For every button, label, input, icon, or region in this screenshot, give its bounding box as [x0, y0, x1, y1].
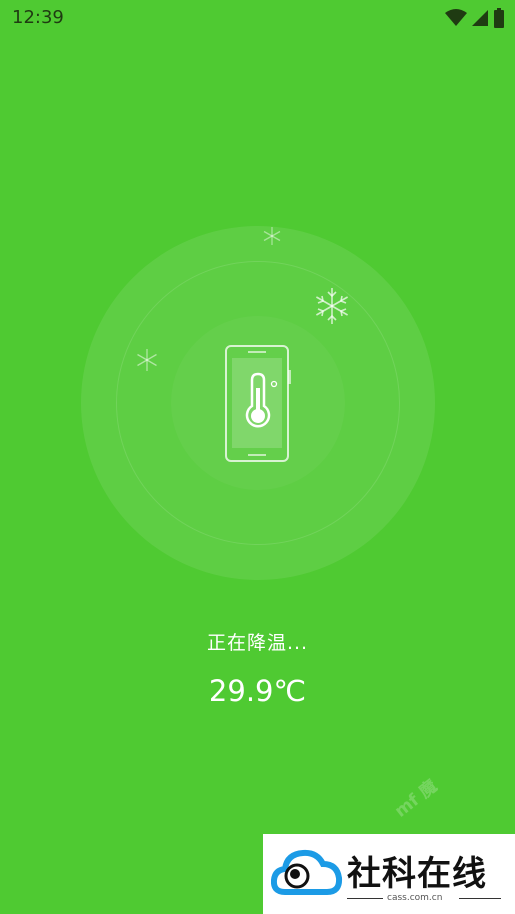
- status-bar: 12:39: [0, 0, 515, 34]
- watermark-divider: [459, 898, 501, 899]
- watermark-domain: cass.com.cn: [387, 893, 443, 903]
- status-icons: [445, 8, 505, 32]
- signal-icon: [471, 9, 489, 31]
- snowflake-icon: [262, 226, 282, 250]
- cooling-status-label: 正在降温...: [206, 632, 309, 654]
- snowflake-icon: [135, 348, 159, 376]
- watermark-faint-text: mf 魔: [391, 776, 442, 822]
- cooling-screen: 12:39 正在降温... 29.9℃ mf 魔 社科在线 cass.com.c…: [0, 0, 515, 914]
- watermark-title: 社科在线: [347, 854, 487, 894]
- cloud-eye-logo-icon: [270, 844, 343, 908]
- status-time: 12:39: [12, 7, 64, 28]
- battery-icon: [493, 8, 505, 32]
- watermark-box: 社科在线 cass.com.cn: [263, 834, 515, 914]
- temperature-value: 29.9℃: [208, 674, 307, 708]
- phone-thermometer-icon: [224, 344, 292, 468]
- wifi-icon: [445, 9, 467, 31]
- watermark-divider: [347, 898, 383, 899]
- snowflake-icon: [312, 286, 352, 330]
